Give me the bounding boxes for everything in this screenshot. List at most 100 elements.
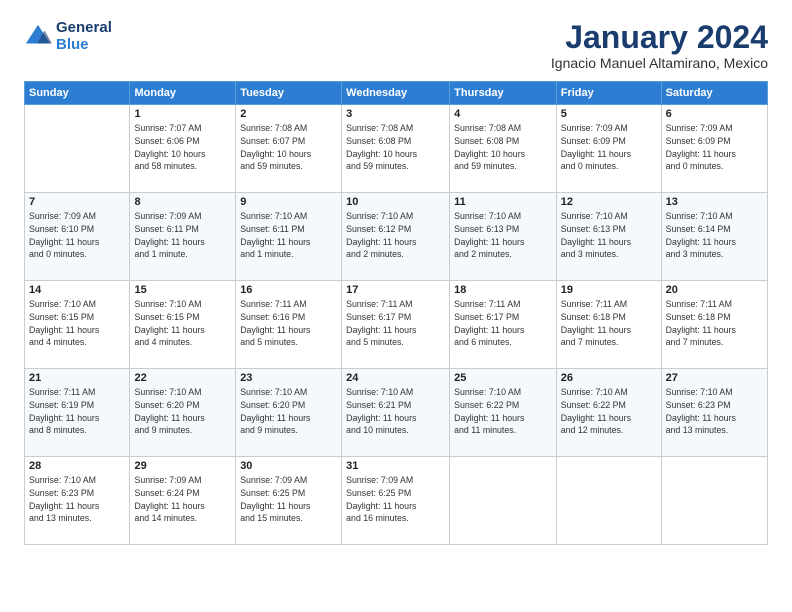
- calendar-cell: 1 Sunrise: 7:07 AMSunset: 6:06 PMDaylight…: [130, 105, 236, 193]
- day-info: Sunrise: 7:10 AMSunset: 6:23 PMDaylight:…: [29, 474, 125, 525]
- day-info: Sunrise: 7:10 AMSunset: 6:13 PMDaylight:…: [454, 210, 552, 261]
- day-number: 17: [346, 284, 445, 296]
- calendar-cell: 30 Sunrise: 7:09 AMSunset: 6:25 PMDayligh…: [236, 457, 342, 545]
- header-cell-thursday: Thursday: [450, 82, 557, 105]
- day-number: 29: [134, 460, 231, 472]
- calendar-cell: 27 Sunrise: 7:10 AMSunset: 6:23 PMDayligh…: [661, 369, 767, 457]
- day-info: Sunrise: 7:10 AMSunset: 6:15 PMDaylight:…: [134, 298, 231, 349]
- header-cell-saturday: Saturday: [661, 82, 767, 105]
- calendar-cell: 7 Sunrise: 7:09 AMSunset: 6:10 PMDaylight…: [25, 193, 130, 281]
- day-number: 7: [29, 196, 125, 208]
- day-number: 30: [240, 460, 337, 472]
- day-info: Sunrise: 7:08 AMSunset: 6:08 PMDaylight:…: [454, 122, 552, 173]
- day-info: Sunrise: 7:10 AMSunset: 6:20 PMDaylight:…: [134, 386, 231, 437]
- day-number: 19: [561, 284, 657, 296]
- calendar-cell: 31Sunrise: 7:09 AMSunset: 6:25 PMDayligh…: [342, 457, 450, 545]
- day-number: 2: [240, 108, 337, 120]
- calendar-cell: 6 Sunrise: 7:09 AMSunset: 6:09 PMDaylight…: [661, 105, 767, 193]
- header: General Blue January 2024 Ignacio Manuel…: [24, 20, 768, 71]
- day-number: 9: [240, 196, 337, 208]
- day-number: 12: [561, 196, 657, 208]
- header-cell-monday: Monday: [130, 82, 236, 105]
- day-number: 26: [561, 372, 657, 384]
- logo-icon: [24, 23, 52, 51]
- calendar-cell: 8 Sunrise: 7:09 AMSunset: 6:11 PMDaylight…: [130, 193, 236, 281]
- day-number: 15: [134, 284, 231, 296]
- calendar-cell: 25Sunrise: 7:10 AMSunset: 6:22 PMDayligh…: [450, 369, 557, 457]
- calendar-cell: 21 Sunrise: 7:11 AMSunset: 6:19 PMDayligh…: [25, 369, 130, 457]
- day-number: 16: [240, 284, 337, 296]
- day-number: 3: [346, 108, 445, 120]
- title-section: January 2024 Ignacio Manuel Altamirano, …: [551, 20, 768, 71]
- week-row-2: 14 Sunrise: 7:10 AMSunset: 6:15 PMDayligh…: [25, 281, 768, 369]
- day-info: Sunrise: 7:08 AMSunset: 6:08 PMDaylight:…: [346, 122, 445, 173]
- day-info: Sunrise: 7:09 AMSunset: 6:11 PMDaylight:…: [134, 210, 231, 261]
- day-info: Sunrise: 7:10 AMSunset: 6:15 PMDaylight:…: [29, 298, 125, 349]
- day-info: Sunrise: 7:09 AMSunset: 6:25 PMDaylight:…: [346, 474, 445, 525]
- day-info: Sunrise: 7:10 AMSunset: 6:11 PMDaylight:…: [240, 210, 337, 261]
- calendar-body: 1 Sunrise: 7:07 AMSunset: 6:06 PMDaylight…: [25, 105, 768, 545]
- calendar-cell: 2 Sunrise: 7:08 AMSunset: 6:07 PMDaylight…: [236, 105, 342, 193]
- calendar-cell: 24Sunrise: 7:10 AMSunset: 6:21 PMDayligh…: [342, 369, 450, 457]
- calendar-cell: 4 Sunrise: 7:08 AMSunset: 6:08 PMDaylight…: [450, 105, 557, 193]
- day-number: 5: [561, 108, 657, 120]
- day-info: Sunrise: 7:07 AMSunset: 6:06 PMDaylight:…: [134, 122, 231, 173]
- day-info: Sunrise: 7:10 AMSunset: 6:22 PMDaylight:…: [561, 386, 657, 437]
- calendar-cell: 20 Sunrise: 7:11 AMSunset: 6:18 PMDayligh…: [661, 281, 767, 369]
- day-number: 22: [134, 372, 231, 384]
- day-info: Sunrise: 7:09 AMSunset: 6:10 PMDaylight:…: [29, 210, 125, 261]
- day-number: 8: [134, 196, 231, 208]
- calendar-cell: 13Sunrise: 7:10 AMSunset: 6:14 PMDayligh…: [661, 193, 767, 281]
- calendar-cell: [450, 457, 557, 545]
- calendar-cell: 26 Sunrise: 7:10 AMSunset: 6:22 PMDayligh…: [556, 369, 661, 457]
- day-number: 20: [666, 284, 763, 296]
- calendar-cell: 23Sunrise: 7:10 AMSunset: 6:20 PMDayligh…: [236, 369, 342, 457]
- calendar-header: SundayMondayTuesdayWednesdayThursdayFrid…: [25, 82, 768, 105]
- day-number: 4: [454, 108, 552, 120]
- logo-general: General: [56, 20, 112, 37]
- day-info: Sunrise: 7:10 AMSunset: 6:14 PMDaylight:…: [666, 210, 763, 261]
- day-info: Sunrise: 7:10 AMSunset: 6:20 PMDaylight:…: [240, 386, 337, 437]
- calendar-cell: 3 Sunrise: 7:08 AMSunset: 6:08 PMDaylight…: [342, 105, 450, 193]
- calendar-cell: 10Sunrise: 7:10 AMSunset: 6:12 PMDayligh…: [342, 193, 450, 281]
- day-info: Sunrise: 7:09 AMSunset: 6:25 PMDaylight:…: [240, 474, 337, 525]
- subtitle: Ignacio Manuel Altamirano, Mexico: [551, 55, 768, 71]
- calendar-cell: 12Sunrise: 7:10 AMSunset: 6:13 PMDayligh…: [556, 193, 661, 281]
- calendar-cell: 18Sunrise: 7:11 AMSunset: 6:17 PMDayligh…: [450, 281, 557, 369]
- header-row: SundayMondayTuesdayWednesdayThursdayFrid…: [25, 82, 768, 105]
- day-number: 6: [666, 108, 763, 120]
- week-row-0: 1 Sunrise: 7:07 AMSunset: 6:06 PMDaylight…: [25, 105, 768, 193]
- calendar-cell: [556, 457, 661, 545]
- day-info: Sunrise: 7:10 AMSunset: 6:23 PMDaylight:…: [666, 386, 763, 437]
- week-row-1: 7 Sunrise: 7:09 AMSunset: 6:10 PMDaylight…: [25, 193, 768, 281]
- logo-blue: Blue: [56, 37, 112, 54]
- day-number: 18: [454, 284, 552, 296]
- day-number: 1: [134, 108, 231, 120]
- calendar-table: SundayMondayTuesdayWednesdayThursdayFrid…: [24, 81, 768, 545]
- calendar-cell: [661, 457, 767, 545]
- day-info: Sunrise: 7:11 AMSunset: 6:19 PMDaylight:…: [29, 386, 125, 437]
- day-info: Sunrise: 7:09 AMSunset: 6:24 PMDaylight:…: [134, 474, 231, 525]
- day-number: 21: [29, 372, 125, 384]
- calendar-cell: 29 Sunrise: 7:09 AMSunset: 6:24 PMDayligh…: [130, 457, 236, 545]
- day-number: 25: [454, 372, 552, 384]
- day-number: 27: [666, 372, 763, 384]
- header-cell-sunday: Sunday: [25, 82, 130, 105]
- logo: General Blue: [24, 20, 112, 53]
- day-info: Sunrise: 7:11 AMSunset: 6:16 PMDaylight:…: [240, 298, 337, 349]
- day-number: 28: [29, 460, 125, 472]
- main-title: January 2024: [551, 20, 768, 55]
- day-number: 14: [29, 284, 125, 296]
- header-cell-wednesday: Wednesday: [342, 82, 450, 105]
- calendar-cell: 17Sunrise: 7:11 AMSunset: 6:17 PMDayligh…: [342, 281, 450, 369]
- day-info: Sunrise: 7:09 AMSunset: 6:09 PMDaylight:…: [666, 122, 763, 173]
- page: General Blue January 2024 Ignacio Manuel…: [0, 0, 792, 612]
- day-info: Sunrise: 7:11 AMSunset: 6:18 PMDaylight:…: [666, 298, 763, 349]
- day-info: Sunrise: 7:10 AMSunset: 6:21 PMDaylight:…: [346, 386, 445, 437]
- calendar-cell: 9 Sunrise: 7:10 AMSunset: 6:11 PMDaylight…: [236, 193, 342, 281]
- day-info: Sunrise: 7:08 AMSunset: 6:07 PMDaylight:…: [240, 122, 337, 173]
- day-number: 10: [346, 196, 445, 208]
- calendar-cell: 14 Sunrise: 7:10 AMSunset: 6:15 PMDayligh…: [25, 281, 130, 369]
- calendar-cell: 22 Sunrise: 7:10 AMSunset: 6:20 PMDayligh…: [130, 369, 236, 457]
- calendar-cell: [25, 105, 130, 193]
